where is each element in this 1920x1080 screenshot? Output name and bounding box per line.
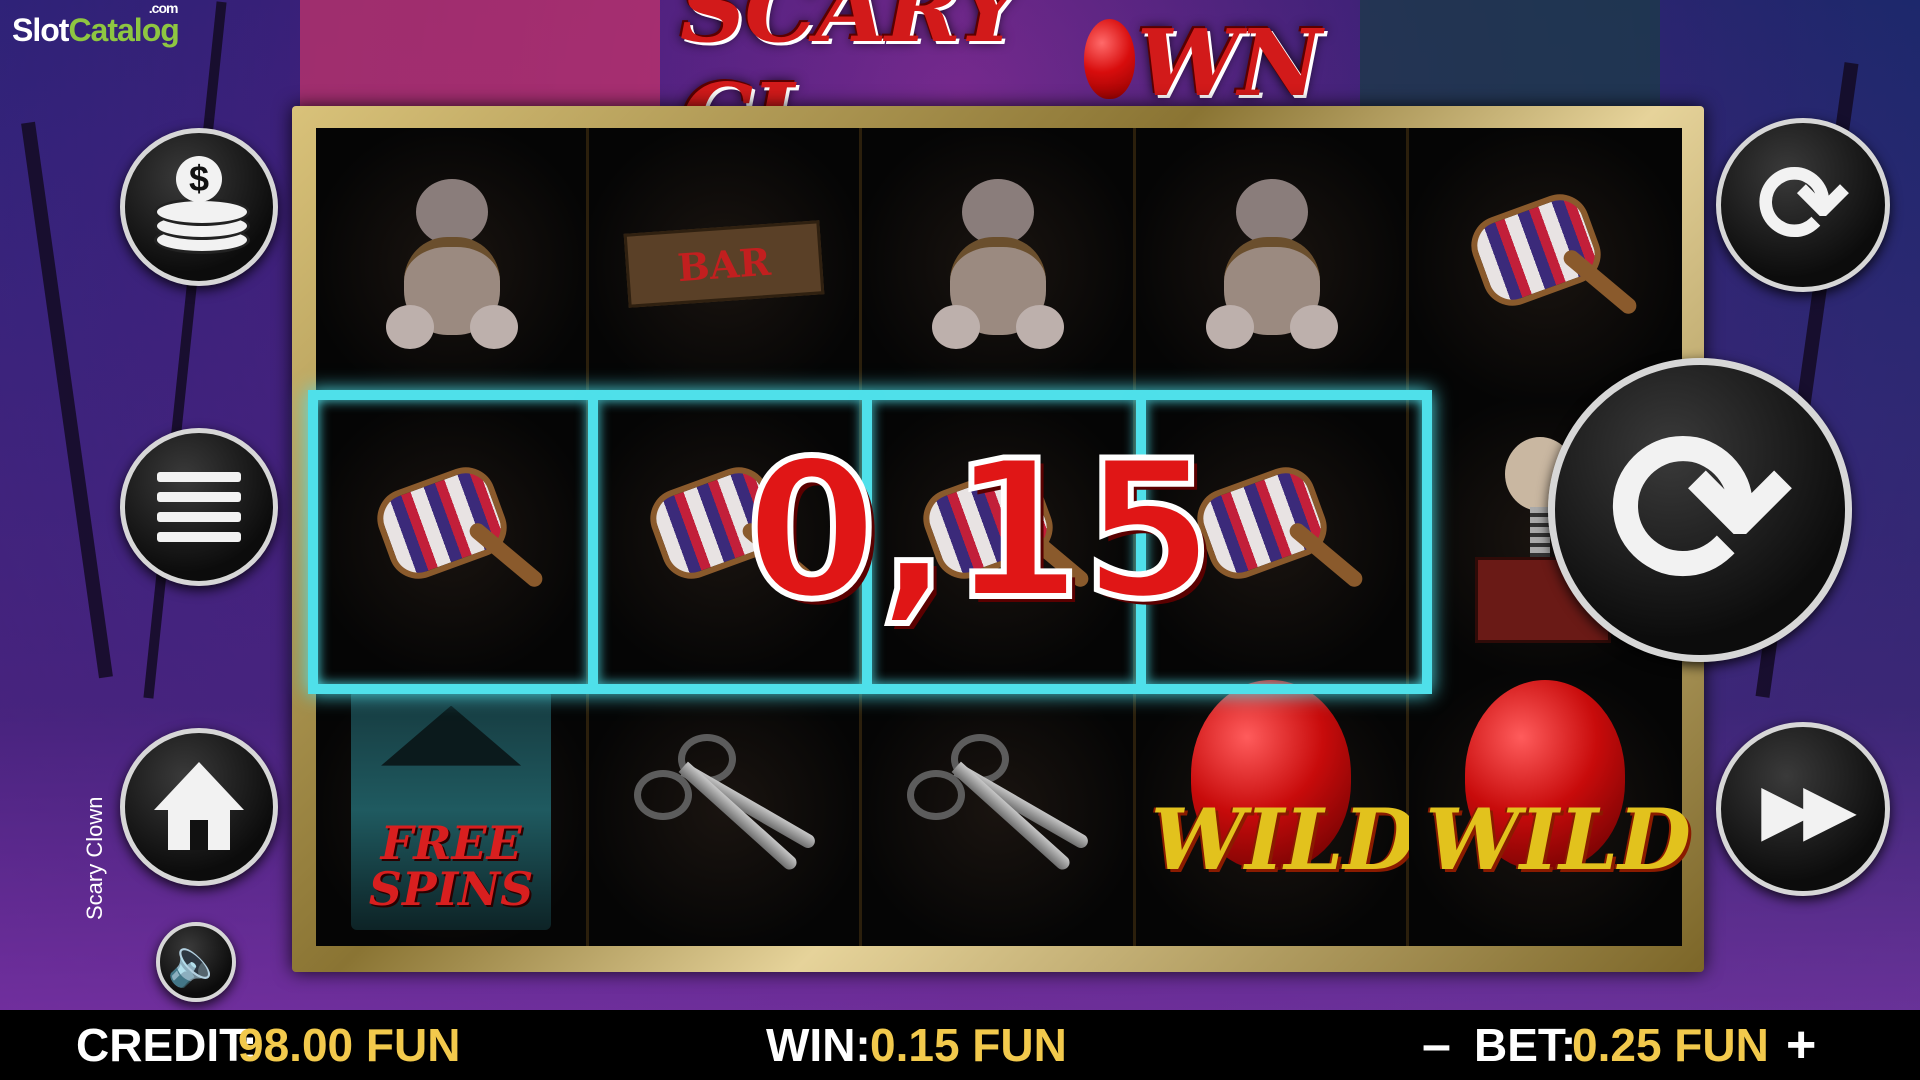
reel-cell-3-1: FREE SPINS: [316, 673, 590, 946]
teddy-bear-icon: [1196, 179, 1346, 350]
sound-button[interactable]: 🔈: [156, 922, 236, 1002]
turbo-button[interactable]: ▶▶: [1716, 722, 1890, 896]
spin-icon: ⟳: [1607, 387, 1793, 633]
spin-button[interactable]: ⟳: [1548, 358, 1852, 662]
house-left: [300, 0, 660, 110]
coins-icon: $: [154, 156, 250, 254]
reel-cell-1-5: [1408, 128, 1682, 401]
free-spins-icon: FREE SPINS: [351, 689, 552, 930]
reel-cell-1-4: [1135, 128, 1409, 401]
mallet-icon: [1455, 174, 1641, 354]
scissors-icon: [634, 730, 818, 890]
wild-label: WILD: [1425, 789, 1691, 889]
bar-sign-icon: BAR: [623, 220, 825, 309]
menu-button[interactable]: [120, 428, 278, 586]
reel-cell-3-2: [589, 673, 863, 946]
scissors-icon: [907, 730, 1091, 890]
balloon-icon: [1083, 18, 1135, 99]
game-side-title: Scary Clown: [82, 796, 107, 920]
home-button[interactable]: [120, 728, 278, 886]
refresh-icon: ⟳: [1756, 143, 1850, 266]
speaker-icon: 🔈: [167, 935, 225, 988]
win-amount-overlay: 0,15: [743, 417, 1218, 644]
reel-cell-1-3: [862, 128, 1136, 401]
game-logo-right: WN: [1136, 8, 1322, 117]
credit-value: 98.00 FUN: [238, 1019, 461, 1071]
autoplay-button[interactable]: ⟳: [1716, 118, 1890, 292]
status-bar: CREDIT: 98.00 FUN WIN: 0.15 FUN – BET: 0…: [0, 1010, 1920, 1080]
win-value: 0.15 FUN: [870, 1019, 1067, 1071]
bet-decrease-button[interactable]: –: [1422, 1015, 1451, 1075]
menu-icon: [157, 462, 241, 552]
site-logo: SlotCatalog.com: [12, 0, 180, 48]
fast-forward-icon: ▶▶: [1761, 770, 1857, 848]
wild-balloon-icon: WILD: [1150, 679, 1417, 940]
reel-cell-3-3: [862, 673, 1136, 946]
bet-increase-button[interactable]: +: [1786, 1015, 1816, 1075]
win-label: WIN:: [766, 1019, 871, 1071]
teddy-bear-icon: [922, 179, 1072, 350]
reel-cell-1-1: [316, 128, 590, 401]
reel-cell-1-2: BAR: [589, 128, 863, 401]
free-spins-label: FREE SPINS: [368, 815, 534, 916]
bet-value: 0.25 FUN: [1572, 1019, 1769, 1071]
teddy-bear-icon: [376, 179, 526, 350]
reel-cell-3-4: WILD: [1135, 673, 1417, 946]
house-right: [1360, 0, 1660, 110]
bet-label: BET:: [1474, 1019, 1577, 1071]
credit-label: CREDIT:: [76, 1019, 258, 1071]
reel-cell-3-5: WILD: [1408, 673, 1691, 946]
wild-label: WILD: [1150, 789, 1417, 889]
coins-button[interactable]: $: [120, 128, 278, 286]
home-icon: [154, 762, 244, 852]
wild-balloon-icon: WILD: [1425, 679, 1691, 940]
